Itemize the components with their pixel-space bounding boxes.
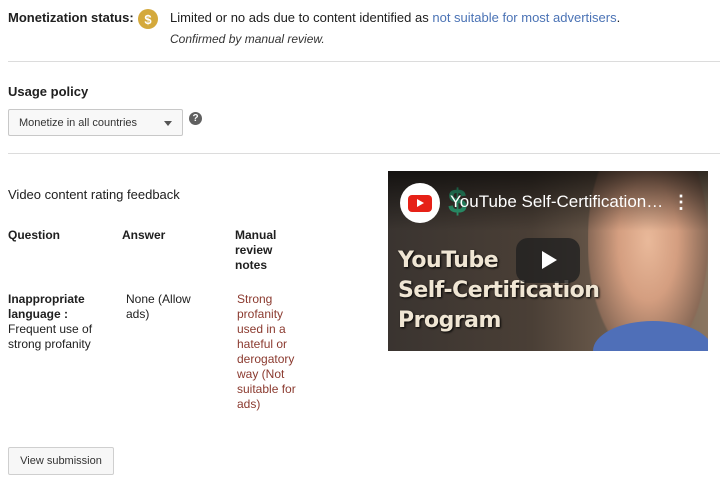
- table-cell-answer: None (Allow ads): [126, 292, 191, 321]
- thumbnail-text-line: Program: [398, 308, 501, 333]
- manual-review-confirmation: Confirmed by manual review.: [170, 32, 325, 46]
- monetization-status-text: Limited or no ads due to content identif…: [170, 10, 620, 25]
- more-vert-icon[interactable]: ⋮: [672, 192, 690, 212]
- usage-policy-dropdown[interactable]: Monetize in all countries: [8, 109, 183, 136]
- monetization-status-label: Monetization status:: [8, 10, 134, 25]
- usage-policy-selected-value: Monetize in all countries: [19, 116, 138, 129]
- column-header-question: Question: [8, 228, 61, 242]
- play-icon[interactable]: [516, 238, 580, 283]
- dollar-icon: $: [138, 9, 158, 29]
- help-icon[interactable]: ?: [189, 112, 202, 125]
- chevron-down-icon: [164, 121, 172, 126]
- table-cell-review-notes: Strong profanity used in a hateful or de…: [237, 292, 296, 411]
- table-cell-question: Inappropriate language : Frequent use of …: [8, 292, 98, 352]
- column-header-review-notes: Manual review notes: [235, 228, 277, 272]
- youtube-logo-icon: [408, 194, 432, 212]
- monetization-status-message: Limited or no ads due to content identif…: [170, 10, 429, 25]
- content-rating-feedback-title: Video content rating feedback: [8, 187, 180, 202]
- divider: [8, 61, 720, 62]
- monetization-status-period: .: [616, 10, 621, 25]
- usage-policy-title: Usage policy: [8, 84, 89, 99]
- channel-avatar[interactable]: [400, 183, 440, 223]
- question-label: Inappropriate language :: [8, 292, 85, 321]
- video-player[interactable]: $ YouTube Self-Certification Program You…: [388, 171, 708, 351]
- video-title[interactable]: YouTube Self-Certification Program: [450, 192, 665, 212]
- view-submission-button[interactable]: View submission: [8, 447, 114, 475]
- divider: [8, 153, 720, 154]
- question-detail: Frequent use of strong profanity: [8, 322, 93, 351]
- not-suitable-link[interactable]: not suitable for most advertisers: [432, 10, 616, 25]
- column-header-answer: Answer: [122, 228, 166, 242]
